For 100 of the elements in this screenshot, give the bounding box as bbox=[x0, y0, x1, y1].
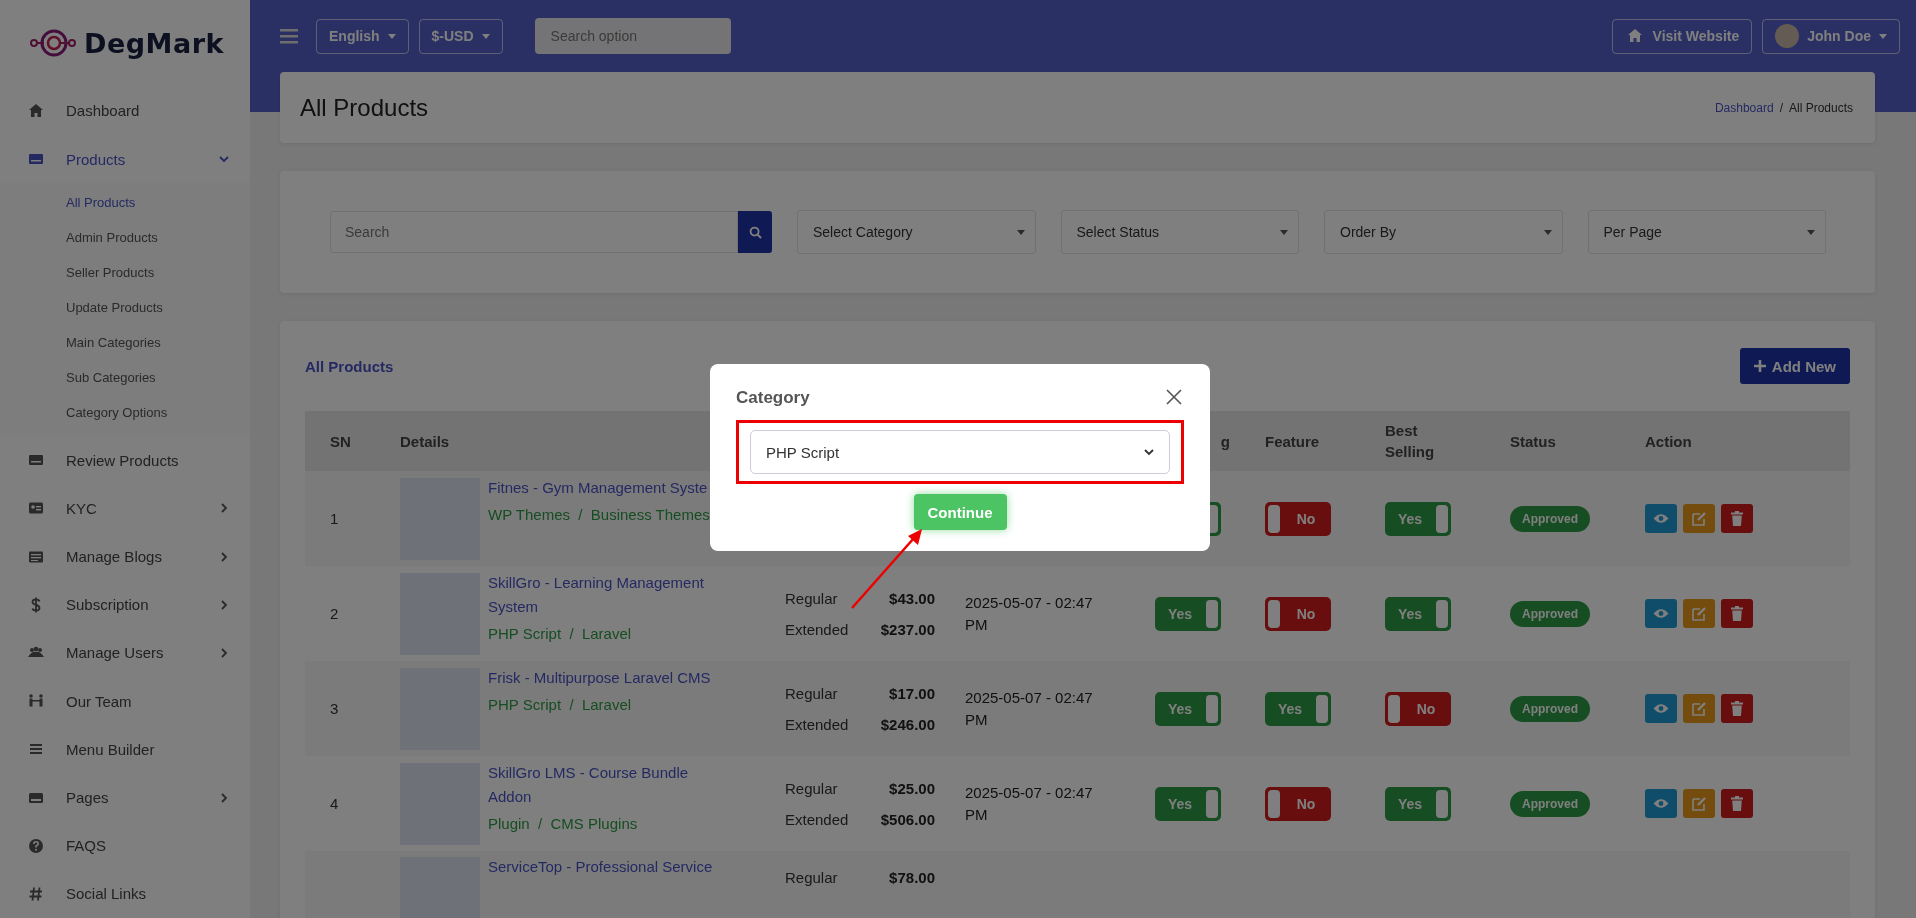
currency-dropdown[interactable]: $-USD bbox=[418, 18, 503, 54]
price-amount: $506.00 bbox=[879, 810, 935, 828]
sidebar-subitem[interactable]: Sub Categories bbox=[0, 360, 250, 396]
sidebar-subitem[interactable]: All Products bbox=[0, 185, 250, 221]
sidebar-item[interactable]: Social Links bbox=[0, 869, 250, 918]
sidebar-item[interactable]: Review Products bbox=[0, 436, 250, 485]
menu-icon[interactable] bbox=[280, 28, 298, 44]
continue-button[interactable]: Continue bbox=[913, 494, 1007, 530]
caret-icon bbox=[481, 33, 490, 39]
toggle-switch[interactable]: No bbox=[1265, 596, 1331, 631]
table-cell-text: 3 bbox=[329, 700, 340, 717]
language-dropdown[interactable]: English bbox=[316, 18, 409, 54]
breadcrumb-link[interactable]: Dashboard bbox=[1714, 100, 1774, 115]
product-link[interactable]: Frisk - Multipurpose Laravel CMS bbox=[488, 665, 711, 690]
sidebar-subitem[interactable]: Main Categories bbox=[0, 325, 250, 361]
search-button[interactable] bbox=[738, 211, 772, 253]
price-amount: $237.00 bbox=[879, 620, 935, 638]
product-category: WP Themes / Business Themes bbox=[488, 505, 710, 523]
price-amount: $43.00 bbox=[888, 589, 935, 607]
breadcrumb-current: All Products bbox=[1788, 100, 1853, 115]
price-label: Regular bbox=[785, 684, 839, 702]
trash-icon bbox=[1731, 701, 1743, 716]
view-button[interactable] bbox=[1645, 599, 1677, 628]
edit-button[interactable] bbox=[1683, 599, 1715, 628]
visit-website-button[interactable]: Visit Website bbox=[1611, 18, 1753, 54]
user-menu[interactable]: John Doe bbox=[1762, 18, 1900, 54]
product-link[interactable]: SkillGro - Learning Management System bbox=[488, 570, 720, 619]
eye-icon bbox=[1653, 608, 1669, 619]
date-text: 2025-05-07 - 02:47 PM bbox=[965, 782, 1094, 825]
chevron-icon bbox=[218, 153, 230, 165]
edit-icon bbox=[1691, 606, 1707, 621]
view-button[interactable] bbox=[1645, 789, 1677, 818]
toggle-switch[interactable]: Yes bbox=[1155, 596, 1221, 631]
column-header: Details bbox=[399, 432, 451, 450]
delete-button[interactable] bbox=[1721, 504, 1753, 533]
view-button[interactable] bbox=[1645, 694, 1677, 723]
search-input[interactable]: Search bbox=[330, 211, 738, 253]
edit-button[interactable] bbox=[1683, 789, 1715, 818]
search-field[interactable]: Search option bbox=[534, 18, 731, 54]
sidebar-item[interactable]: KYC bbox=[0, 484, 250, 533]
caret-icon bbox=[1016, 229, 1025, 235]
delete-button[interactable] bbox=[1721, 599, 1753, 628]
sidebar-item[interactable]: Products bbox=[0, 134, 250, 184]
chevron-icon bbox=[218, 502, 230, 515]
avatar-icon bbox=[1775, 24, 1800, 48]
chevron-icon bbox=[218, 598, 230, 611]
sidebar-item[interactable]: FAQS bbox=[0, 821, 250, 870]
product-link[interactable]: ServiceTop - Professional Service bbox=[488, 855, 713, 879]
sidebar-subitem[interactable]: Category Options bbox=[0, 395, 250, 431]
sidebar-subitem[interactable]: Admin Products bbox=[0, 220, 250, 256]
column-header: Action bbox=[1644, 432, 1693, 450]
date-text: 2025-05-07 - 02:47 PM bbox=[965, 687, 1094, 730]
product-link[interactable]: Fitnes - Gym Management Syste bbox=[488, 475, 710, 500]
chevron-icon bbox=[1143, 446, 1155, 458]
plus-icon bbox=[1753, 360, 1766, 372]
edit-button[interactable] bbox=[1683, 694, 1715, 723]
toggle-switch[interactable]: No bbox=[1265, 501, 1331, 536]
table-cell-text: 1 bbox=[329, 510, 340, 527]
toggle-switch[interactable]: Yes bbox=[1385, 786, 1451, 821]
hash-icon bbox=[28, 885, 44, 902]
toggle-switch[interactable]: Yes bbox=[1155, 786, 1221, 821]
edit-icon bbox=[1691, 511, 1707, 526]
card-icon bbox=[28, 151, 44, 167]
id-card-icon bbox=[28, 500, 44, 517]
filter-select[interactable]: Select Category bbox=[797, 210, 1036, 254]
delete-button[interactable] bbox=[1721, 789, 1753, 818]
sidebar-subitem[interactable]: Update Products bbox=[0, 290, 250, 326]
delete-button[interactable] bbox=[1721, 694, 1753, 723]
toggle-switch[interactable]: No bbox=[1265, 786, 1331, 821]
toggle-switch[interactable]: No bbox=[1385, 691, 1451, 726]
sidebar-subitem[interactable]: Seller Products bbox=[0, 255, 250, 291]
category-select[interactable]: PHP Script bbox=[750, 430, 1170, 474]
toggle-switch[interactable]: Yes bbox=[1155, 691, 1221, 726]
edit-button[interactable] bbox=[1683, 504, 1715, 533]
product-category: PHP Script / Laravel bbox=[488, 695, 633, 713]
sidebar-item[interactable]: Pages bbox=[0, 773, 250, 822]
price-amount: $78.00 bbox=[888, 869, 935, 886]
filter-select[interactable]: Order By bbox=[1324, 210, 1563, 254]
sidebar-item[interactable]: Manage Blogs bbox=[0, 532, 250, 581]
product-category: PHP Script / Laravel bbox=[488, 624, 633, 642]
toggle-switch[interactable]: Yes bbox=[1265, 691, 1331, 726]
trash-icon bbox=[1731, 796, 1743, 811]
add-new-button[interactable]: Add New bbox=[1739, 348, 1850, 384]
price-label: Regular bbox=[785, 869, 839, 886]
filter-select[interactable]: Per Page bbox=[1587, 210, 1826, 254]
sidebar-item[interactable]: Our Team bbox=[0, 677, 250, 726]
price-amount: $17.00 bbox=[888, 684, 935, 702]
toggle-switch[interactable]: Yes bbox=[1385, 501, 1451, 536]
sidebar-item[interactable]: Dashboard bbox=[0, 86, 250, 135]
sidebar-item[interactable]: Subscription bbox=[0, 580, 250, 629]
filter-select[interactable]: Select Status bbox=[1060, 210, 1299, 254]
sidebar-item[interactable]: Menu Builder bbox=[0, 725, 250, 774]
toggle-switch[interactable]: Yes bbox=[1385, 596, 1451, 631]
status-badge: Approved bbox=[1510, 600, 1590, 627]
price-label: Regular bbox=[785, 589, 839, 607]
eye-icon bbox=[1653, 513, 1669, 524]
product-link[interactable]: SkillGro LMS - Course Bundle Addon bbox=[488, 760, 720, 809]
sidebar-item[interactable]: Manage Users bbox=[0, 628, 250, 678]
view-button[interactable] bbox=[1645, 504, 1677, 533]
search-icon bbox=[748, 225, 762, 239]
